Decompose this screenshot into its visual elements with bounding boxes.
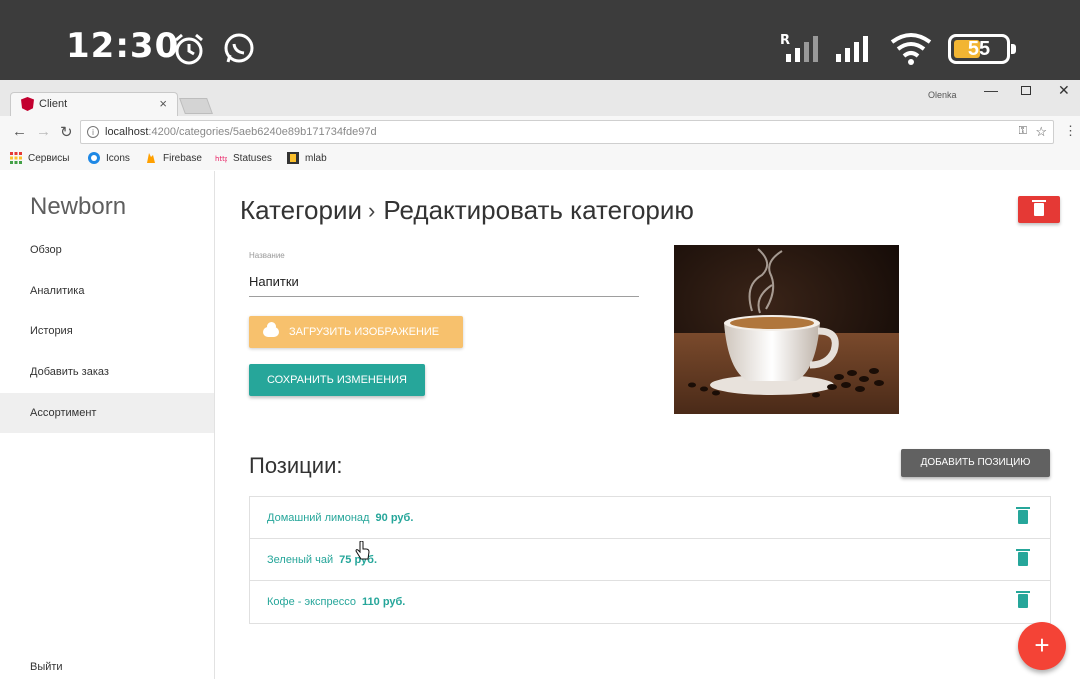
info-icon[interactable]: i: [87, 126, 99, 138]
bookmark-icons[interactable]: Icons: [88, 152, 130, 164]
bookmark-services[interactable]: Сервисы: [10, 152, 69, 164]
position-name: Зеленый чай: [267, 554, 334, 566]
sidebar-item-history[interactable]: История: [0, 311, 214, 351]
bookmark-label: Icons: [106, 152, 130, 164]
bookmarks-bar: Сервисы Icons Firebase http Statuses mla…: [0, 148, 1080, 170]
category-name-input[interactable]: [249, 267, 639, 297]
signal-strength-icon: R: [780, 33, 818, 62]
mlab-icon: [287, 152, 299, 164]
bookmark-label: Сервисы: [28, 152, 70, 164]
sidebar: Newborn Обзор Аналитика История Добавить…: [0, 171, 215, 679]
angular-favicon-icon: [21, 97, 34, 111]
sidebar-item-analytics[interactable]: Аналитика: [0, 271, 214, 311]
list-item[interactable]: Домашний лимонад 90 руб.: [250, 497, 1050, 539]
position-price: 110 руб.: [362, 596, 406, 608]
sidebar-item-overview[interactable]: Обзор: [0, 230, 214, 270]
positions-heading: Позиции:: [249, 453, 343, 478]
firebase-icon: [147, 153, 155, 163]
breadcrumb-current: Редактировать категорию: [383, 195, 694, 225]
bookmark-statuses[interactable]: http Statuses: [215, 152, 272, 164]
category-image: [674, 245, 899, 414]
forward-arrow-icon[interactable]: →: [36, 123, 51, 140]
breadcrumb: Категории › Редактировать категорию: [240, 195, 694, 226]
bookmark-mlab[interactable]: mlab: [287, 152, 327, 164]
apps-grid-icon: [10, 152, 22, 164]
alarm-clock-icon: [175, 33, 203, 65]
key-icon[interactable]: ⚿: [1019, 125, 1027, 138]
browser-chrome: Client × Olenka — ✕ ← → ↻ i localhost:42…: [0, 80, 1080, 170]
trash-icon[interactable]: [1016, 591, 1030, 608]
add-position-button[interactable]: ДОБАВИТЬ ПОЗИЦИЮ: [901, 449, 1050, 477]
back-arrow-icon[interactable]: ←: [12, 123, 27, 140]
browser-tab[interactable]: Client ×: [10, 92, 178, 116]
reload-icon[interactable]: ↻: [60, 123, 73, 141]
svg-text:http: http: [215, 155, 227, 163]
battery-level: 55: [967, 38, 991, 60]
svg-text:R: R: [780, 33, 790, 48]
trash-icon[interactable]: [1016, 549, 1030, 566]
url-text: localhost:4200/categories/5aeb6240e89b17…: [105, 126, 377, 138]
bookmark-label: Firebase: [163, 152, 202, 164]
brand-logo[interactable]: Newborn: [30, 193, 126, 221]
wifi-icon: [890, 33, 932, 65]
address-bar[interactable]: i localhost:4200/categories/5aeb6240e89b…: [80, 120, 1054, 144]
browser-navbar: ← → ↻ i localhost:4200/categories/5aeb62…: [0, 116, 1080, 148]
android-status-bar: 12:30 R 55: [0, 0, 1080, 80]
category-name-label: Название: [249, 251, 285, 260]
upload-button-label: ЗАГРУЗИТЬ ИЗОБРАЖЕНИЕ: [289, 326, 440, 338]
sidebar-item-logout[interactable]: Выйти: [0, 647, 214, 687]
battery-icon: 55: [948, 34, 1016, 64]
delete-category-button[interactable]: [1018, 196, 1060, 223]
tab-strip: Client × Olenka — ✕: [0, 80, 1080, 116]
statuses-icon: http: [215, 155, 227, 163]
trash-icon: [1032, 200, 1046, 216]
position-name: Домашний лимонад: [267, 512, 370, 524]
position-price: 90 руб.: [375, 512, 414, 524]
list-item[interactable]: Кофе - экспрессо 110 руб.: [250, 581, 1050, 623]
tab-close-icon[interactable]: ×: [159, 96, 167, 111]
app-viewport: Newborn Обзор Аналитика История Добавить…: [0, 171, 1080, 679]
bookmark-label: Statuses: [233, 152, 272, 164]
signal-strength-icon-2: [836, 36, 868, 62]
position-name: Кофе - экспрессо: [267, 596, 356, 608]
main-content: Категории › Редактировать категорию Назв…: [215, 171, 1080, 679]
status-time: 12:30: [66, 26, 180, 66]
cloud-upload-icon: [263, 322, 279, 337]
upload-image-button[interactable]: ЗАГРУЗИТЬ ИЗОБРАЖЕНИЕ: [249, 316, 463, 348]
sidebar-item-assortment[interactable]: Ассортимент: [0, 393, 214, 433]
bookmark-star-icon[interactable]: ☆: [1035, 124, 1047, 140]
hand-cursor-icon: [355, 541, 370, 560]
breadcrumb-categories-link[interactable]: Категории: [240, 195, 362, 226]
maximize-icon[interactable]: [1021, 86, 1031, 95]
bookmark-label: mlab: [305, 152, 327, 164]
save-changes-button[interactable]: СОХРАНИТЬ ИЗМЕНЕНИЯ: [249, 364, 425, 396]
add-fab-button[interactable]: +: [1018, 622, 1066, 670]
breadcrumb-separator: ›: [368, 197, 376, 223]
new-tab-button[interactable]: [179, 98, 213, 114]
window-user-label[interactable]: Olenka: [928, 90, 957, 100]
trash-icon[interactable]: [1016, 507, 1030, 524]
sidebar-item-add-order[interactable]: Добавить заказ: [0, 352, 214, 392]
minimize-icon[interactable]: —: [984, 82, 998, 98]
window-close-icon[interactable]: ✕: [1058, 82, 1070, 99]
icons-site-icon: [88, 152, 100, 164]
bookmark-firebase[interactable]: Firebase: [145, 152, 202, 164]
kebab-menu-icon[interactable]: ⋮: [1064, 123, 1077, 139]
tab-title: Client: [39, 98, 68, 110]
whatsapp-icon: [224, 33, 254, 63]
